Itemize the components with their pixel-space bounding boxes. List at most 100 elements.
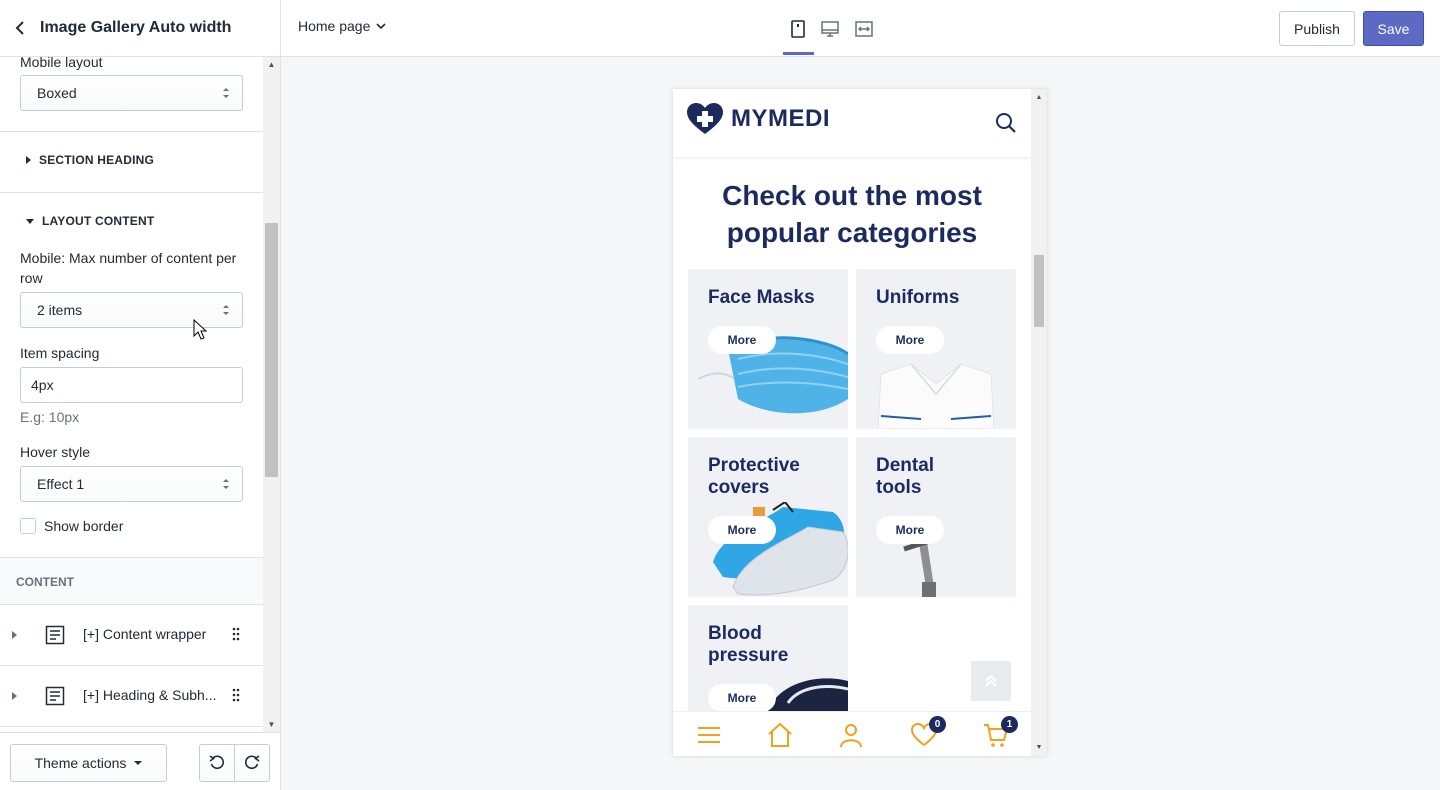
block-content-wrapper[interactable]: [+] Content wrapper xyxy=(0,605,263,665)
more-button[interactable]: More xyxy=(876,516,944,544)
divider xyxy=(0,131,263,132)
max-content-label: Mobile: Max number of content per row xyxy=(20,250,237,286)
mobile-layout-label: Mobile layout xyxy=(20,57,103,70)
page-selector[interactable]: Home page xyxy=(298,18,386,34)
divider xyxy=(0,726,263,727)
show-border-label: Show border xyxy=(44,518,124,534)
store-preview: MYMEDI Check out the most popular catego… xyxy=(673,89,1031,756)
preview-scrollbar[interactable]: ▲ ▼ xyxy=(1031,89,1047,756)
caret-right-icon[interactable] xyxy=(12,631,17,639)
mobile-bottom-nav: 0 1 xyxy=(673,711,1031,756)
show-border-checkbox[interactable] xyxy=(20,518,36,534)
search-icon[interactable] xyxy=(995,112,1017,134)
store-header: MYMEDI xyxy=(673,89,1031,157)
max-content-select[interactable]: 2 items xyxy=(20,292,243,328)
category-card[interactable]: Protective covers More xyxy=(688,437,848,597)
item-spacing-input[interactable]: 4px xyxy=(20,367,243,403)
theme-editor-sidebar: Image Gallery Auto width Mobile layout B… xyxy=(0,0,281,790)
more-button[interactable]: More xyxy=(708,516,776,544)
item-spacing-label: Item spacing xyxy=(20,345,100,361)
home-icon xyxy=(768,722,792,747)
nav-account[interactable] xyxy=(838,722,864,748)
save-button[interactable]: Save xyxy=(1363,11,1424,46)
select-caret-icon xyxy=(223,88,229,98)
undo-button[interactable] xyxy=(200,745,235,781)
category-title: Blood pressure xyxy=(708,623,789,666)
sidebar-scrollbar[interactable]: ▲ ▼ xyxy=(263,57,280,732)
category-card[interactable]: Face Masks More xyxy=(688,269,848,429)
content-header: CONTENT xyxy=(0,558,263,605)
scroll-down-arrow-icon[interactable]: ▼ xyxy=(263,717,280,731)
publish-label: Publish xyxy=(1294,20,1340,37)
store-logo[interactable]: MYMEDI xyxy=(687,103,830,135)
block-label: [+] Heading & Subh... xyxy=(83,687,217,703)
nav-cart[interactable]: 1 xyxy=(983,716,1018,748)
more-label: More xyxy=(727,333,757,347)
select-caret-icon xyxy=(223,479,229,489)
undo-icon xyxy=(209,755,224,770)
section-heading: Check out the most popular categories xyxy=(722,180,982,248)
mobile-layout-select[interactable]: Boxed xyxy=(20,75,243,111)
category-card[interactable]: Blood pressure More xyxy=(688,605,848,711)
desktop-icon xyxy=(821,21,839,37)
editor-topbar: Home page Publish Save xyxy=(281,0,1440,57)
layout-content-toggle[interactable]: LAYOUT CONTENT xyxy=(26,214,154,228)
scroll-up-arrow-icon[interactable]: ▲ xyxy=(263,57,280,71)
nav-home[interactable] xyxy=(767,722,793,748)
more-button[interactable]: More xyxy=(708,684,776,711)
section-heading-toggle[interactable]: SECTION HEADING xyxy=(26,153,154,167)
category-title: Face Masks xyxy=(708,287,815,308)
drag-handle-icon[interactable] xyxy=(232,627,240,641)
scroll-up-arrow-icon[interactable]: ▲ xyxy=(1031,91,1047,103)
nav-menu[interactable] xyxy=(696,722,722,748)
show-border-row[interactable]: Show border xyxy=(20,518,123,534)
caret-right-icon[interactable] xyxy=(12,692,17,700)
more-button[interactable]: More xyxy=(876,326,944,354)
section-heading-label: SECTION HEADING xyxy=(39,153,155,167)
caret-down-icon xyxy=(26,218,34,224)
select-caret-icon xyxy=(223,305,229,315)
category-title: Uniforms xyxy=(876,287,960,308)
nav-wishlist[interactable]: 0 xyxy=(910,716,946,748)
category-card[interactable]: Dental tools More xyxy=(856,437,1016,597)
settings-panel[interactable]: Mobile layout Boxed SECTION HEADING LAYO… xyxy=(0,57,263,732)
sidebar-header: Image Gallery Auto width xyxy=(0,0,280,57)
scroll-down-arrow-icon[interactable]: ▼ xyxy=(1031,741,1047,753)
redo-button[interactable] xyxy=(235,745,270,781)
document-icon xyxy=(45,625,65,645)
scrollbar-thumb[interactable] xyxy=(265,223,278,477)
theme-actions-button[interactable]: Theme actions xyxy=(10,744,167,782)
item-spacing-value: 4px xyxy=(31,377,54,393)
divider xyxy=(0,192,263,193)
mobile-preview-frame[interactable]: MYMEDI Check out the most popular catego… xyxy=(673,89,1047,756)
section-title: Image Gallery Auto width xyxy=(40,19,232,36)
more-label: More xyxy=(895,523,925,537)
mouse-cursor-icon xyxy=(193,319,207,340)
hover-style-select[interactable]: Effect 1 xyxy=(20,466,243,502)
back-to-top-button[interactable] xyxy=(971,661,1011,701)
item-spacing-hint: E.g: 10px xyxy=(20,409,80,425)
more-label: More xyxy=(727,691,757,705)
desktop-view-button[interactable] xyxy=(818,17,842,41)
category-card[interactable]: Uniforms More xyxy=(856,269,1016,429)
caret-down-icon xyxy=(134,761,143,765)
drag-handle-icon[interactable] xyxy=(232,688,240,702)
block-label: [+] Content wrapper xyxy=(83,626,207,642)
max-content-value: 2 items xyxy=(37,302,83,318)
uniform-image xyxy=(877,364,995,429)
back-button[interactable] xyxy=(0,0,40,57)
category-title: Protective covers xyxy=(708,455,800,498)
category-title: Dental tools xyxy=(876,455,935,498)
mobile-view-button[interactable] xyxy=(786,17,810,41)
hover-style-label: Hover style xyxy=(20,444,91,460)
caret-right-icon xyxy=(26,156,31,164)
heart-cross-logo-icon xyxy=(687,103,723,134)
more-button[interactable]: More xyxy=(708,326,776,354)
fullwidth-view-button[interactable] xyxy=(852,17,876,41)
publish-button[interactable]: Publish xyxy=(1279,11,1355,46)
content-label: CONTENT xyxy=(16,575,74,589)
block-heading-subheading[interactable]: [+] Heading & Subh... xyxy=(0,666,263,726)
scrollbar-thumb[interactable] xyxy=(1034,255,1044,327)
fullwidth-icon xyxy=(855,21,873,37)
page-selector-label: Home page xyxy=(298,18,371,34)
